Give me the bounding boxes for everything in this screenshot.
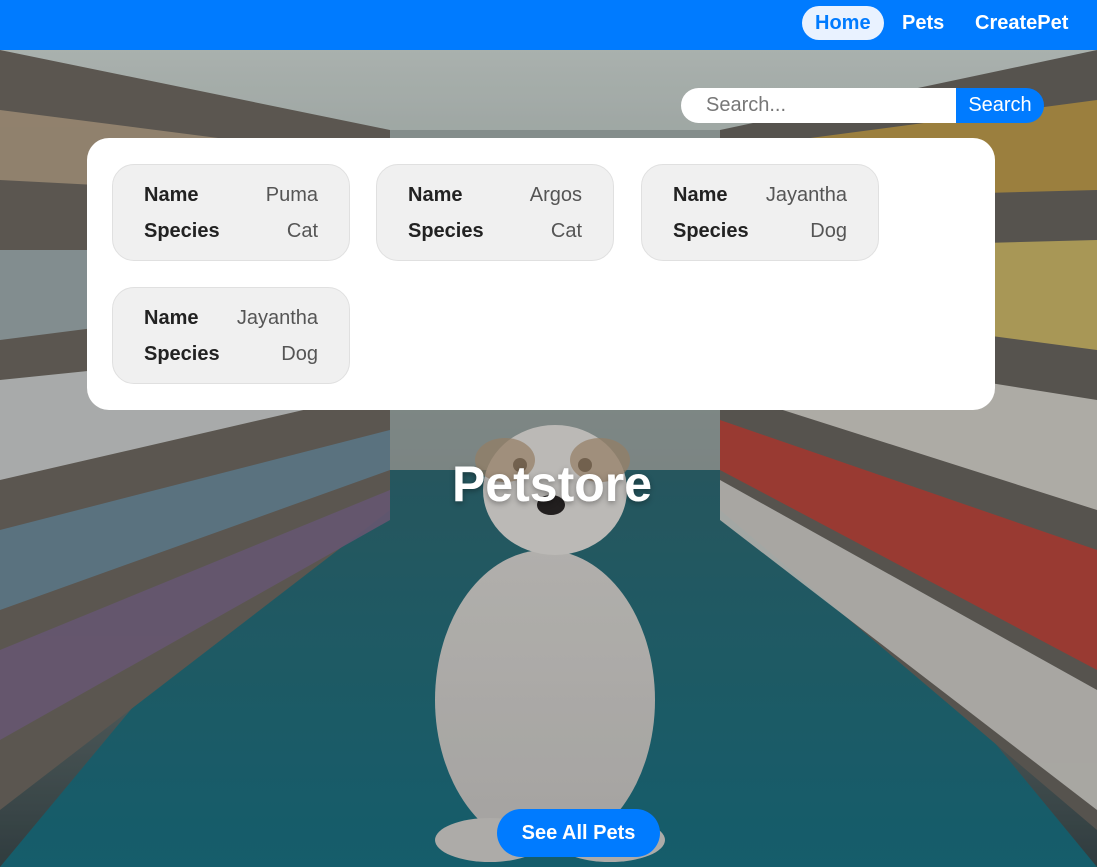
pet-name-label: Name bbox=[144, 307, 199, 329]
pet-name-label: Name bbox=[144, 184, 199, 206]
search-input[interactable] bbox=[681, 88, 956, 123]
nav-link-home[interactable]: Home bbox=[802, 6, 884, 40]
pet-species-row: Species Cat bbox=[144, 218, 318, 244]
pet-name-value: Puma bbox=[265, 184, 318, 206]
pet-card[interactable]: Name Argos Species Cat bbox=[376, 164, 614, 261]
pet-name-value: Argos bbox=[529, 184, 582, 206]
pet-name-row: Name Argos bbox=[408, 182, 582, 208]
pets-panel: Name Puma Species Cat Name Argos Species… bbox=[87, 138, 995, 410]
hero-title: Petstore bbox=[451, 456, 653, 512]
pet-species-row: Species Dog bbox=[144, 341, 318, 367]
pet-species-value: Cat bbox=[550, 220, 582, 242]
pet-card[interactable]: Name Jayantha Species Dog bbox=[641, 164, 879, 261]
top-navbar: Home Pets CreatePet bbox=[0, 0, 1097, 50]
pet-name-row: Name Puma bbox=[144, 182, 318, 208]
search-button[interactable]: Search bbox=[956, 88, 1044, 123]
pet-species-value: Dog bbox=[281, 343, 318, 365]
pet-name-row: Name Jayantha bbox=[673, 182, 847, 208]
pet-species-label: Species bbox=[144, 343, 220, 365]
pet-species-label: Species bbox=[144, 220, 220, 242]
nav-link-createpet[interactable]: CreatePet bbox=[962, 6, 1081, 40]
pet-name-value: Jayantha bbox=[765, 184, 847, 206]
pet-name-label: Name bbox=[408, 184, 463, 206]
pet-name-value: Jayantha bbox=[236, 307, 318, 329]
pet-card[interactable]: Name Puma Species Cat bbox=[112, 164, 350, 261]
pet-species-label: Species bbox=[408, 220, 484, 242]
pet-species-row: Species Dog bbox=[673, 218, 847, 244]
nav-link-pets[interactable]: Pets bbox=[889, 6, 957, 40]
pet-species-value: Dog bbox=[810, 220, 847, 242]
pet-name-row: Name Jayantha bbox=[144, 305, 318, 331]
pet-species-row: Species Cat bbox=[408, 218, 582, 244]
pet-species-label: Species bbox=[673, 220, 749, 242]
pet-species-value: Cat bbox=[286, 220, 318, 242]
pet-name-label: Name bbox=[673, 184, 728, 206]
pet-card[interactable]: Name Jayantha Species Dog bbox=[112, 287, 350, 384]
see-all-pets-button[interactable]: See All Pets bbox=[497, 809, 660, 857]
